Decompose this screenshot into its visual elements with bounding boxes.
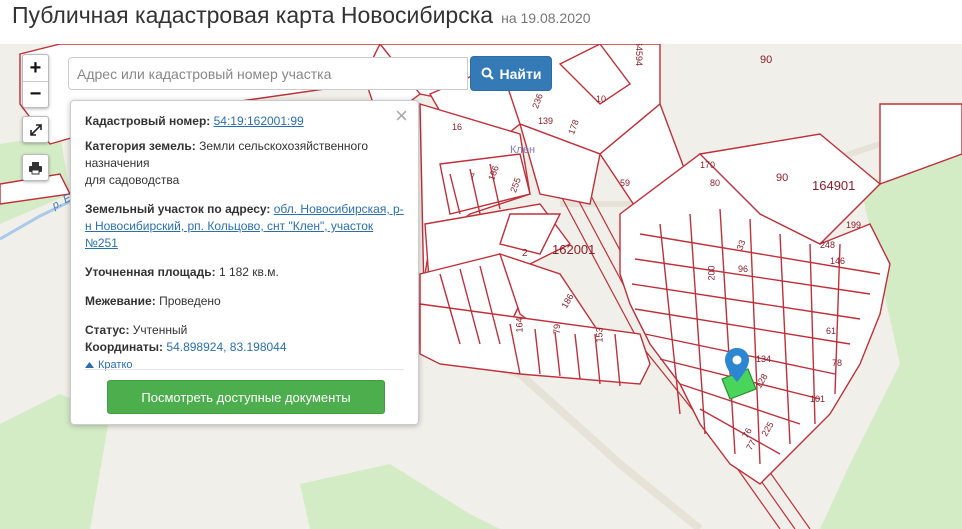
area-row: Уточненная площадь: 1 182 кв.м. <box>85 264 404 281</box>
land-category-row: Категория земель: Земли сельскохозяйстве… <box>85 138 404 189</box>
parcel-number-label: 200 <box>706 265 717 281</box>
survey-value: Проведено <box>159 294 221 308</box>
page-date: на 19.08.2020 <box>501 10 591 26</box>
status-row: Статус: Учтенный <box>85 322 404 339</box>
parcel-number-label: 61 <box>826 326 837 336</box>
zoom-out-button[interactable]: − <box>23 81 48 107</box>
cadastral-number-row: Кадастровый номер: 54:19:162001:99 <box>85 113 404 130</box>
parcel-number-label: 80 <box>710 178 721 188</box>
parcel-number-label: 7 <box>470 172 476 182</box>
area-label: Уточненная площадь: <box>85 265 216 279</box>
parcel-number-label: 101 <box>810 394 826 404</box>
status-label: Статус: <box>85 323 130 337</box>
map-number-label: 90 <box>776 172 789 184</box>
parcel-number-label: 79 <box>552 323 563 335</box>
search-icon <box>481 67 494 80</box>
panel-divider <box>85 369 404 370</box>
parcel-number-label: 170 <box>700 160 716 170</box>
view-documents-button[interactable]: Посмотреть доступные документы <box>107 380 385 414</box>
survey-label: Межевание: <box>85 294 156 308</box>
expand-icon <box>29 123 42 136</box>
parcel-number-label: 16 <box>452 122 463 132</box>
search-input[interactable] <box>68 57 468 90</box>
fullscreen-button[interactable] <box>22 116 49 143</box>
brief-toggle-link[interactable]: Кратко <box>85 357 133 374</box>
cadastral-number-link[interactable]: 54:19:162001:99 <box>214 114 304 128</box>
parcel-info-panel: × Кадастровый номер: 54:19:162001:99 Кат… <box>70 100 419 425</box>
zoom-in-button[interactable]: + <box>23 55 48 81</box>
parcel-number-label: 139 <box>538 116 554 126</box>
parcel-number-label: 96 <box>738 264 749 274</box>
land-use-value: для садоводства <box>85 173 180 187</box>
printer-icon <box>29 161 42 174</box>
zoom-control: + − <box>22 54 49 108</box>
parcel-number-label: 164 <box>514 317 525 333</box>
status-value: Учтенный <box>132 323 188 337</box>
parcel-number-label: 146 <box>830 256 846 266</box>
search-button[interactable]: Найти <box>470 56 552 91</box>
coordinates-value: 54.898924, 83.198044 <box>166 340 287 354</box>
close-icon[interactable]: × <box>395 105 408 127</box>
parcel-number-label: 134 <box>756 354 772 364</box>
page-title: Публичная кадастровая карта Новосибирска <box>12 2 494 28</box>
land-category-label: Категория земель: <box>85 139 196 153</box>
address-row: Земельный участок по адресу: обл. Новоси… <box>85 201 404 252</box>
map-number-label: 90 <box>760 54 773 66</box>
parcel-number-label: 78 <box>832 358 843 368</box>
road-name-label: Клен <box>510 144 536 156</box>
survey-row: Межевание: Проведено <box>85 293 404 310</box>
parcel-number-label: 10 <box>596 94 607 104</box>
area-value: 1 182 кв.м. <box>218 265 279 279</box>
print-button[interactable] <box>22 154 49 181</box>
search-button-label: Найти <box>499 65 542 82</box>
triangle-up-icon <box>85 362 94 368</box>
page-header: Публичная кадастровая карта Новосибирска… <box>12 0 591 36</box>
forest-area <box>300 464 500 529</box>
location-marker-icon[interactable] <box>725 348 749 382</box>
coordinates-row: Координаты: 54.898924, 83.198044 <box>85 339 404 356</box>
brief-toggle-label: Кратко <box>98 358 133 371</box>
land-category-value: назначения <box>85 156 150 170</box>
cadastral-number-label: Кадастровый номер: <box>85 114 211 128</box>
address-label: Земельный участок по адресу: <box>85 202 271 216</box>
parcel-number-label: 153 <box>594 327 605 343</box>
parcel-number-label: 2 <box>522 248 528 259</box>
quarter-label-east: 164901 <box>812 178 856 193</box>
quarter-label-main: 162001 <box>552 242 596 257</box>
parcel-number-label: 199 <box>846 220 862 230</box>
land-category-value: Земли сельскохозяйственного <box>199 139 369 153</box>
parcel-number-label: 248 <box>820 240 836 250</box>
parcel-number-label: 59 <box>620 178 631 188</box>
parcel-number-label: 264594 <box>634 44 645 67</box>
coordinates-label: Координаты: <box>85 340 164 354</box>
